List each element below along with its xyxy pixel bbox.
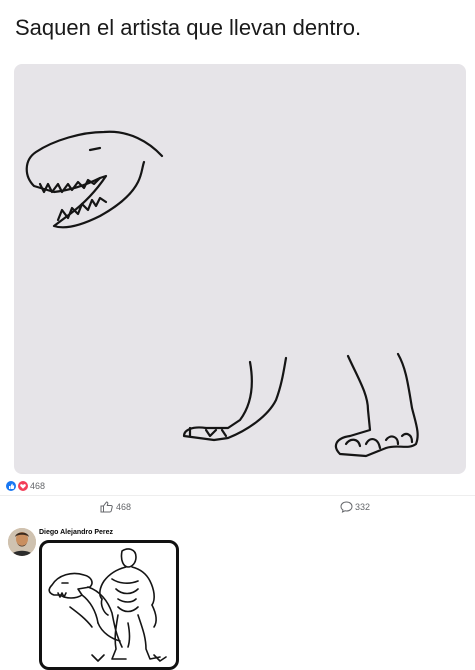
avatar[interactable] [8,528,36,556]
comment-button[interactable]: 332 [340,499,370,515]
post-photo-drawing[interactable] [14,64,466,474]
comment-count: 332 [355,502,371,512]
love-icon [18,481,28,491]
comment-sticker-image [39,540,179,670]
post-text: Saquen el artista que llevan dentro. [15,15,362,40]
commenter-name[interactable]: Diego Alejandro Perez [39,529,113,536]
reaction-summary[interactable]: 468 [6,479,45,493]
reaction-count: 468 [30,481,46,491]
dinosaur-muscleman-sticker [48,548,167,662]
thumbs-up-icon [100,501,114,513]
dinosaur-drawing [25,130,419,458]
like-count: 468 [116,502,132,512]
like-button[interactable]: 468 [100,499,131,515]
divider [0,495,475,496]
comment-bubble-icon [340,501,353,513]
like-icon [6,481,16,491]
